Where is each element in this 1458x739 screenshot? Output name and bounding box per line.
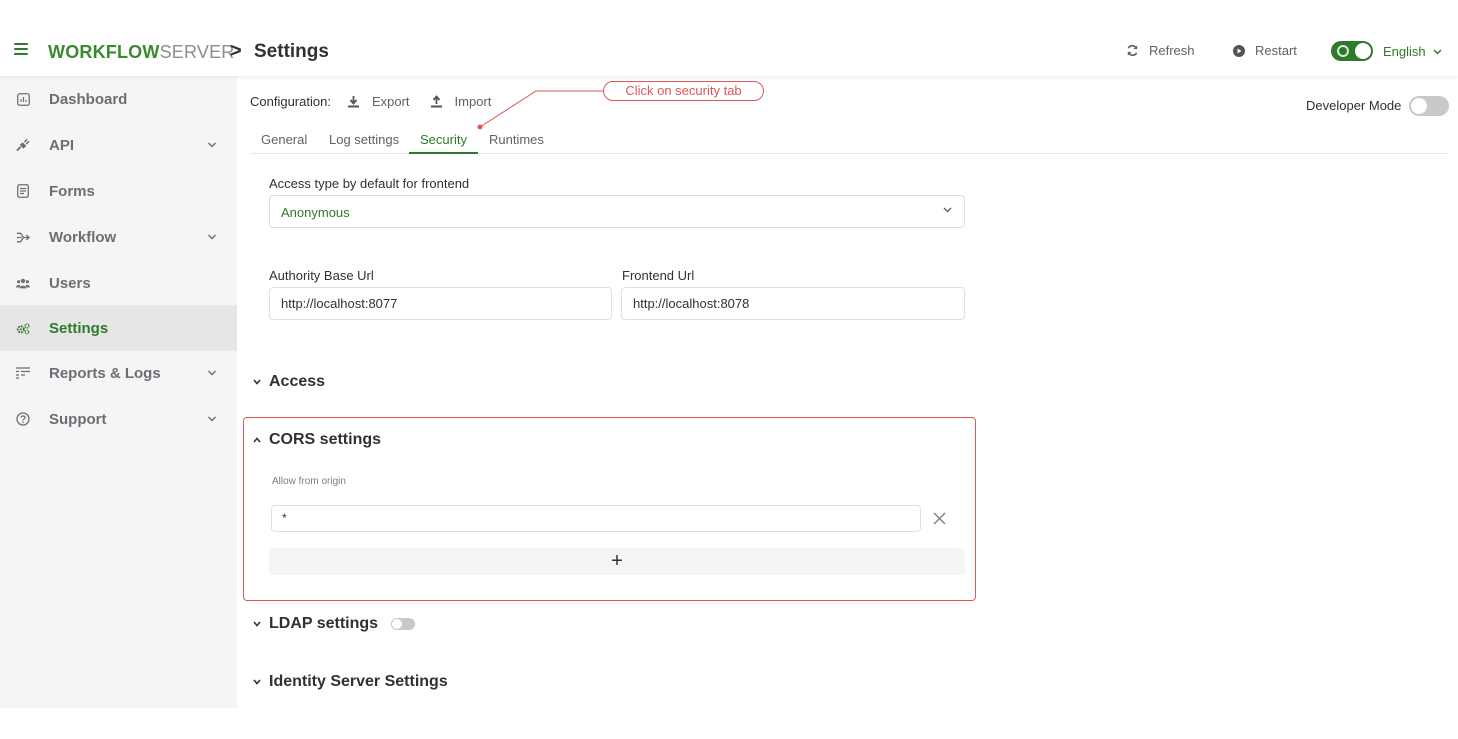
chevron-down-icon — [943, 207, 952, 213]
sidebar-item-dashboard[interactable]: Dashboard — [0, 76, 237, 122]
plug-icon — [16, 138, 30, 152]
allow-origin-label: Allow from origin — [272, 476, 346, 487]
gears-icon — [16, 321, 30, 335]
sidebar-item-support[interactable]: Support — [0, 396, 237, 442]
developer-mode-toggle[interactable] — [1409, 96, 1449, 116]
tab-runtimes[interactable]: Runtimes — [489, 126, 544, 156]
users-icon — [16, 276, 30, 290]
tab-general[interactable]: General — [261, 126, 307, 156]
chevron-up-icon — [253, 437, 261, 443]
access-type-select[interactable]: Anonymous — [269, 195, 965, 228]
chevron-down-icon — [207, 234, 217, 240]
chevron-down-icon — [253, 379, 261, 385]
workflow-icon — [16, 230, 30, 244]
access-section-toggle[interactable]: Access — [253, 373, 325, 391]
close-icon[interactable] — [932, 511, 947, 526]
upload-icon — [430, 95, 442, 108]
play-circle-icon — [1233, 44, 1245, 57]
sidebar-item-workflow[interactable]: Workflow — [0, 214, 237, 260]
app-header: WORKFLOWSERVER > Settings Refresh Restar… — [0, 28, 1458, 76]
tab-log-settings[interactable]: Log settings — [329, 126, 399, 156]
chevron-down-icon — [207, 142, 217, 148]
form-icon — [16, 184, 30, 198]
active-tab-indicator — [409, 152, 478, 154]
menu-icon[interactable] — [14, 43, 28, 55]
annotation-callout: Click on security tab — [603, 81, 764, 101]
identity-server-section-toggle[interactable]: Identity Server Settings — [253, 673, 448, 691]
restart-button[interactable]: Restart — [1233, 43, 1297, 58]
sidebar-item-users[interactable]: Users — [0, 260, 237, 306]
page-title: Settings — [254, 41, 329, 62]
import-button[interactable]: Import — [430, 94, 491, 109]
configuration-label: Configuration: — [250, 94, 331, 109]
refresh-icon — [1127, 44, 1138, 57]
language-select[interactable]: English — [1383, 44, 1442, 59]
authority-base-url-label: Authority Base Url — [269, 268, 374, 283]
sidebar-item-api[interactable]: API — [0, 122, 237, 168]
chevron-down-icon — [207, 370, 217, 376]
dashboard-icon — [16, 92, 30, 106]
sidebar-item-reports-logs[interactable]: Reports & Logs — [0, 350, 237, 396]
theme-toggle[interactable] — [1331, 41, 1373, 61]
refresh-button[interactable]: Refresh — [1126, 43, 1195, 58]
ldap-enable-toggle[interactable] — [391, 618, 415, 630]
chevron-down-icon — [253, 679, 261, 685]
frontend-url-input[interactable]: http://localhost:8078 — [621, 287, 965, 320]
ldap-section-toggle[interactable]: LDAP settings — [253, 615, 378, 633]
sidebar-item-forms[interactable]: Forms — [0, 168, 237, 214]
chevron-down-icon — [253, 621, 261, 627]
access-type-label: Access type by default for frontend — [269, 176, 470, 191]
chevron-down-icon — [1433, 48, 1442, 55]
download-icon — [347, 96, 359, 108]
frontend-url-label: Frontend Url — [622, 268, 695, 283]
allow-origin-input[interactable]: * — [271, 505, 921, 532]
export-button[interactable]: Export — [347, 94, 410, 109]
help-icon — [16, 412, 30, 426]
app-logo[interactable]: WORKFLOWSERVER — [48, 42, 234, 62]
sidebar: Dashboard API Forms Workflow Users Setti… — [0, 76, 237, 708]
sidebar-item-settings[interactable]: Settings — [0, 305, 237, 351]
reports-icon — [16, 366, 30, 380]
authority-base-url-input[interactable]: http://localhost:8077 — [269, 287, 612, 320]
developer-mode-label: Developer Mode — [1306, 98, 1402, 113]
chevron-down-icon — [207, 416, 217, 422]
cors-section-toggle[interactable]: CORS settings — [253, 431, 381, 449]
breadcrumb-separator: > — [230, 40, 242, 62]
configuration-toolbar: Configuration: Export Import — [250, 94, 491, 109]
add-origin-button[interactable]: + — [269, 548, 965, 575]
gear-icon — [1337, 45, 1349, 57]
